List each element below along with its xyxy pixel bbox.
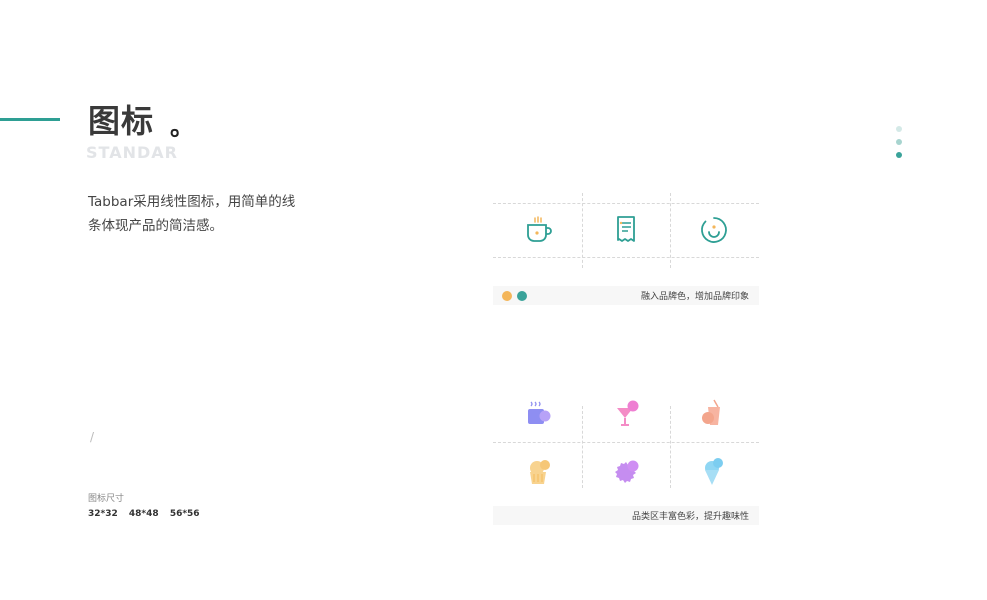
grid-line [582, 193, 583, 268]
grid-line [493, 442, 759, 443]
smile-face-icon[interactable] [699, 215, 729, 245]
line-icons-caption: 融入品牌色，增加品牌印象 [640, 292, 749, 302]
coffee-cup-icon[interactable] [523, 215, 553, 245]
line-icon-grid [493, 193, 759, 268]
cookie-icon[interactable] [613, 457, 643, 487]
intro-text: Tabbar采用线性图标，用简单的线条体现产品的简洁感。 [88, 194, 296, 234]
brand-color-swatch [517, 291, 527, 301]
page-indicator [894, 126, 904, 165]
grid-line [582, 406, 583, 488]
cocktail-icon[interactable] [613, 399, 643, 429]
pager-dot[interactable] [896, 126, 902, 132]
grid-line [670, 193, 671, 268]
color-icon-grid [493, 396, 759, 496]
hot-mug-icon[interactable] [524, 399, 554, 429]
color-icons-caption-bar: 品类区丰富色彩，提升趣味性 [493, 506, 759, 525]
icon-size-values: 32*32 48*48 56*56 [88, 509, 208, 519]
title-dot: 。 [170, 113, 194, 141]
slash-mark: / [90, 430, 95, 444]
ice-cream-icon[interactable] [699, 457, 729, 487]
pager-dot-active[interactable] [896, 152, 902, 158]
pager-dot[interactable] [896, 139, 902, 145]
icon-size-value: 56*56 [169, 509, 200, 519]
receipt-icon[interactable] [611, 215, 641, 245]
icon-size-value: 32*32 [88, 509, 118, 519]
icon-size-label: 图标尺寸 [88, 494, 125, 504]
grid-line [493, 257, 759, 258]
color-icons-caption: 品类区丰富色彩，提升趣味性 [631, 512, 749, 522]
cupcake-icon[interactable] [524, 457, 554, 487]
grid-line [670, 406, 671, 488]
icon-size-value: 48*48 [128, 509, 159, 519]
brand-color-swatch [502, 291, 512, 301]
page-subtitle: STANDAR [86, 143, 178, 162]
accent-line [0, 118, 60, 121]
line-icons-caption-bar: 融入品牌色，增加品牌印象 [493, 286, 759, 305]
page-title: 图标 [88, 102, 155, 140]
drink-cup-icon[interactable] [699, 399, 729, 429]
grid-line [493, 203, 759, 204]
